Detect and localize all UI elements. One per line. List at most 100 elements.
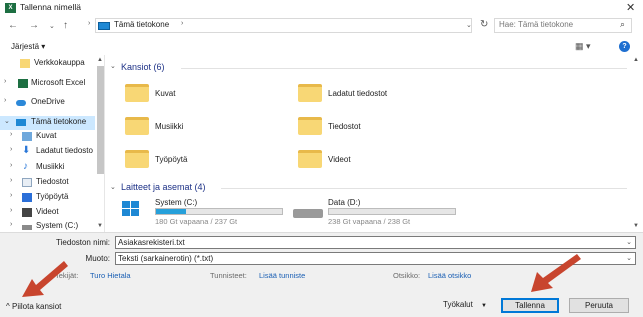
sidebar-item-onedrive[interactable]: › OneDrive [0, 96, 95, 110]
desktop-icon [22, 193, 32, 202]
hide-folders-label: Piilota kansiot [12, 302, 62, 311]
videos-folder-icon [298, 150, 322, 168]
tags-value[interactable]: Lisää tunniste [259, 271, 305, 280]
arrow-shape [531, 254, 581, 292]
cancel-button[interactable]: Peruuta [569, 298, 629, 313]
excel-icon [18, 79, 28, 88]
group-divider [181, 68, 627, 69]
documents-folder-icon [298, 117, 322, 135]
arrow-shape [22, 261, 68, 297]
folder-item-documents[interactable]: Tiedostot [298, 117, 458, 139]
filename-label: Tiedoston nimi: [56, 238, 110, 247]
breadcrumb-chevron-icon[interactable]: › [181, 20, 183, 27]
filename-value: Asiakasrekisteri.txt [118, 238, 185, 247]
title-value[interactable]: Lisää otsikko [428, 271, 471, 280]
drive-usage-bar [155, 208, 283, 215]
sidebar-item-downloads[interactable]: › ⬇ Ladatut tiedosto [0, 145, 95, 159]
refresh-icon[interactable]: ↻ [480, 19, 488, 30]
annotation-arrow-type [22, 261, 68, 297]
author-value[interactable]: Turo Hietala [90, 271, 131, 280]
collapse-group-icon[interactable]: ⌄ [110, 62, 116, 70]
annotation-arrow-save [531, 254, 581, 292]
close-icon[interactable]: ✕ [626, 1, 635, 14]
drive-usage-fill [156, 209, 187, 214]
folder-item-desktop[interactable]: Työpöytä [125, 150, 255, 172]
up-icon[interactable]: ↑ [63, 20, 68, 31]
downloads-folder-icon [298, 84, 322, 102]
folder-icon [20, 59, 30, 68]
drive-icon [293, 209, 323, 218]
excel-icon: X [5, 3, 16, 13]
windows-drive-icon [120, 201, 142, 219]
chevron-right-icon[interactable]: › [4, 78, 6, 85]
sidebar-item-videos[interactable]: › Videot [0, 206, 95, 220]
breadcrumb-this-pc[interactable]: Tämä tietokone [114, 20, 169, 29]
drive-icon [22, 225, 32, 230]
sidebar-item-music[interactable]: › ♪ Musiikki [0, 161, 95, 175]
chevron-right-icon[interactable]: › [10, 221, 12, 228]
chevron-right-icon[interactable]: › [10, 207, 12, 214]
tags-label: Tunnisteet: [210, 271, 247, 280]
organize-button[interactable]: Järjestä ▾ [11, 42, 45, 51]
scroll-down-icon[interactable]: ▼ [97, 223, 103, 229]
address-dropdown-icon[interactable]: ⌄ [466, 21, 472, 29]
chevron-right-icon[interactable]: › [10, 177, 12, 184]
folder-item-kuvat[interactable]: Kuvat [125, 84, 255, 106]
forward-icon[interactable]: → [29, 20, 39, 31]
chevron-down-icon[interactable]: ⌄ [4, 117, 10, 125]
drive-usage-bar [328, 208, 456, 215]
navigation-pane: Verkkokauppa › Microsoft Excel › OneDriv… [0, 55, 105, 232]
chevron-right-icon[interactable]: › [10, 146, 12, 153]
sidebar-item-desktop[interactable]: › Työpöytä [0, 191, 95, 205]
sidebar-scroll-thumb[interactable] [97, 66, 104, 174]
file-type-value: Teksti (sarkainerotin) (*.txt) [118, 254, 214, 263]
search-placeholder: Hae: Tämä tietokone [499, 20, 574, 29]
folder-item-music[interactable]: Musiikki [125, 117, 255, 139]
chevron-down-icon[interactable]: ⌄ [626, 237, 632, 248]
chevron-right-icon[interactable]: › [10, 131, 12, 138]
chevron-up-icon: ^ [6, 302, 10, 311]
computer-icon [98, 22, 110, 30]
scroll-up-icon[interactable]: ▲ [97, 57, 103, 63]
devices-group-header[interactable]: Laitteet ja asemat (4) [121, 182, 206, 192]
folder-item-videos[interactable]: Videot [298, 150, 458, 172]
filename-input[interactable]: Asiakasrekisteri.txt ⌄ [115, 236, 636, 249]
collapse-group-icon[interactable]: ⌄ [110, 183, 116, 191]
tools-label: Työkalut [443, 300, 473, 309]
tools-button[interactable]: Työkalut ▼ [443, 300, 487, 309]
hide-folders-button[interactable]: ^ Piilota kansiot [6, 302, 61, 311]
help-icon[interactable]: ? [619, 41, 630, 52]
chevron-right-icon[interactable]: › [4, 97, 6, 104]
chevron-down-icon: ▼ [481, 303, 487, 309]
scroll-up-icon[interactable]: ▲ [633, 57, 639, 63]
folders-group-header[interactable]: Kansiot (6) [121, 62, 165, 72]
cloud-icon [16, 100, 26, 106]
sidebar-item-microsoft-excel[interactable]: › Microsoft Excel [0, 77, 95, 91]
folder-item-downloads[interactable]: Ladatut tiedostot [298, 84, 458, 106]
documents-icon [22, 178, 32, 187]
sidebar-item-this-pc[interactable]: ⌄ Tämä tietokone [0, 116, 95, 130]
sidebar-item-verkkokauppa[interactable]: Verkkokauppa [0, 57, 95, 71]
scroll-down-icon[interactable]: ▼ [633, 223, 639, 229]
pictures-icon [22, 132, 32, 141]
video-icon [22, 208, 32, 217]
window-title: Tallenna nimellä [20, 2, 81, 12]
recent-chevron-icon[interactable]: ⌄ [49, 22, 55, 30]
chevron-right-icon[interactable]: › [10, 192, 12, 199]
sidebar-item-documents[interactable]: › Tiedostot [0, 176, 95, 190]
chevron-right-icon[interactable]: › [10, 162, 12, 169]
music-icon: ♪ [23, 161, 28, 172]
main-scrollbar[interactable] [632, 56, 641, 232]
computer-icon [16, 119, 26, 126]
view-options-icon[interactable]: ▦ ▾ [575, 41, 591, 52]
search-icon[interactable]: ⌕ [620, 19, 625, 30]
music-folder-icon [125, 117, 149, 135]
drive-item-data-d[interactable]: Data (D:) 238 Gt vapaana / 238 Gt [293, 197, 463, 227]
sidebar-item-kuvat[interactable]: › Kuvat [0, 130, 95, 144]
drive-item-system-c[interactable]: System (C:) 180 Gt vapaana / 237 Gt [120, 197, 290, 227]
title-bar [0, 0, 643, 16]
save-button[interactable]: Tallenna [501, 298, 559, 313]
chevron-down-icon[interactable]: ⌄ [626, 253, 632, 264]
back-icon[interactable]: ← [8, 20, 18, 31]
group-divider [221, 188, 627, 189]
